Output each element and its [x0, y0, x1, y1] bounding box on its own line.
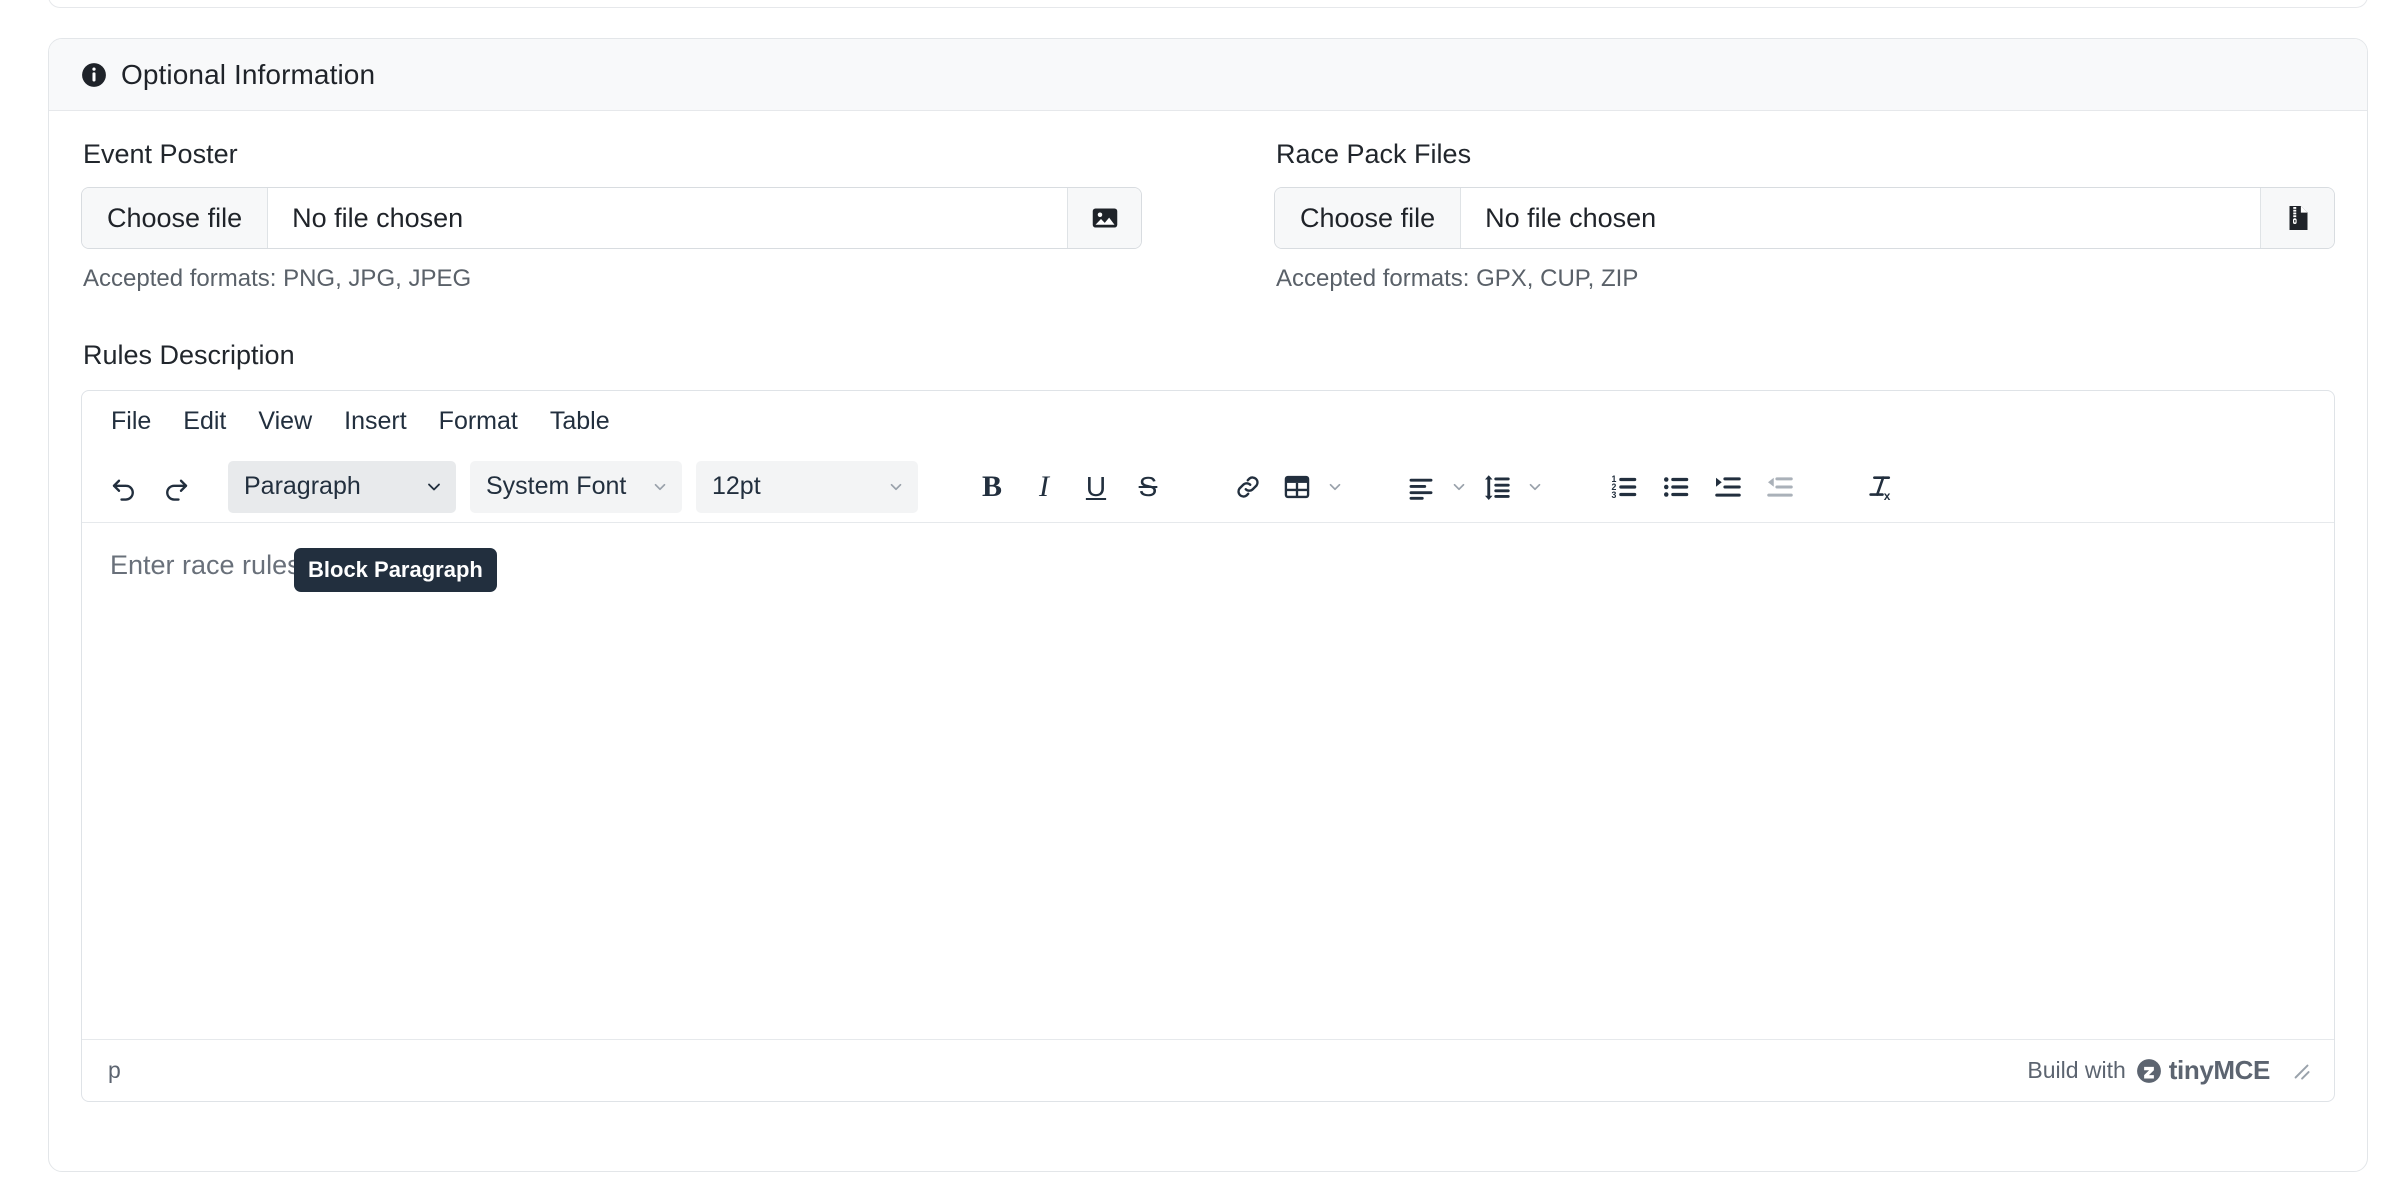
rules-description-label: Rules Description — [83, 340, 295, 370]
align-dropdown-toggle[interactable] — [1444, 461, 1474, 513]
underline-button[interactable]: U — [1070, 461, 1122, 513]
block-format-select[interactable]: Paragraph — [228, 460, 456, 513]
align-left-icon[interactable] — [1398, 461, 1444, 513]
chevron-down-icon — [890, 483, 902, 490]
chevron-down-icon — [1329, 483, 1341, 490]
undo-icon[interactable] — [98, 461, 150, 513]
numbered-list-icon[interactable]: 1 2 3 — [1598, 461, 1650, 513]
chevron-down-icon — [654, 483, 666, 490]
align-split-button[interactable] — [1398, 461, 1474, 513]
font-family-value: System Font — [486, 472, 627, 500]
image-icon — [1067, 188, 1141, 248]
font-size-select[interactable]: 12pt — [696, 460, 918, 513]
increase-indent-icon[interactable] — [1702, 461, 1754, 513]
strikethrough-label: S — [1138, 470, 1158, 502]
menu-insert[interactable]: Insert — [331, 402, 420, 441]
event-poster-label: Event Poster — [83, 139, 238, 169]
table-icon[interactable] — [1274, 461, 1320, 513]
svg-text:3: 3 — [1612, 489, 1617, 499]
event-poster-field: Event Poster Choose file No file chosen — [81, 139, 1142, 293]
menu-table[interactable]: Table — [537, 402, 623, 441]
strikethrough-button[interactable]: S — [1122, 461, 1174, 513]
editor-content-area[interactable]: Enter race rules and description — [82, 523, 2334, 1039]
editor-resize-handle[interactable] — [2288, 1058, 2314, 1084]
block-format-tooltip: Block Paragraph — [294, 548, 497, 592]
tinymce-logo: tinyMCE — [2136, 1055, 2270, 1086]
race-pack-files-file-status: No file chosen — [1485, 202, 1657, 233]
event-poster-file-input[interactable]: Choose file No file chosen — [81, 187, 1142, 249]
line-height-icon[interactable] — [1474, 461, 1520, 513]
tinymce-mark-icon — [2136, 1058, 2161, 1083]
editor-statusbar: p Build with tinyMCE — [82, 1039, 2334, 1101]
race-pack-files-choose-file-button[interactable]: Choose file — [1275, 188, 1462, 248]
font-family-select[interactable]: System Font — [470, 460, 682, 513]
svg-text:x: x — [1884, 489, 1891, 502]
event-poster-file-status: No file chosen — [292, 202, 464, 233]
card-header: Optional Information — [49, 39, 2367, 111]
race-pack-files-help-text: Accepted formats: GPX, CUP, ZIP — [1276, 265, 1639, 292]
editor-toolbar: Paragraph System Font 12pt B I U S 1 2 3… — [82, 451, 2334, 523]
card-body: Event Poster Choose file No file chosen — [49, 111, 2367, 1102]
table-split-button[interactable] — [1274, 461, 1350, 513]
tinymce-branding[interactable]: Build with tinyMCE — [2027, 1055, 2314, 1086]
info-circle-icon — [81, 62, 107, 88]
bold-label: B — [981, 469, 1002, 503]
menu-file[interactable]: File — [98, 402, 164, 441]
line-height-dropdown-toggle[interactable] — [1520, 461, 1550, 513]
editor-menubar: File Edit View Insert Format Table — [82, 391, 2334, 451]
branding-name: tinyMCE — [2168, 1055, 2271, 1085]
table-dropdown-toggle[interactable] — [1320, 461, 1350, 513]
page-title: Optional Information — [121, 58, 376, 90]
block-format-value: Paragraph — [244, 472, 361, 500]
decrease-indent-icon[interactable] — [1754, 461, 1806, 513]
race-pack-files-file-input[interactable]: Choose file No file chosen — [1274, 187, 2335, 249]
file-fields-row: Event Poster Choose file No file chosen — [81, 139, 2335, 293]
race-pack-files-field: Race Pack Files Choose file No file chos… — [1274, 139, 2335, 293]
race-pack-files-label: Race Pack Files — [1276, 139, 1472, 169]
italic-button[interactable]: I — [1018, 461, 1070, 513]
event-poster-choose-file-button[interactable]: Choose file — [82, 188, 269, 248]
link-icon[interactable] — [1222, 461, 1274, 513]
bullet-list-icon[interactable] — [1650, 461, 1702, 513]
previous-card-edge — [48, 0, 2368, 8]
italic-label: I — [1039, 469, 1049, 503]
rules-description-editor: File Edit View Insert Format Table Parag… — [81, 390, 2335, 1102]
element-path[interactable]: p — [108, 1057, 121, 1084]
clear-formatting-icon[interactable]: x — [1854, 461, 1906, 513]
menu-format[interactable]: Format — [426, 402, 531, 441]
underline-label: U — [1085, 470, 1107, 502]
branding-prefix: Build with — [2027, 1057, 2126, 1083]
menu-view[interactable]: View — [245, 402, 325, 441]
chevron-down-icon — [1453, 483, 1465, 490]
redo-icon[interactable] — [150, 461, 202, 513]
menu-edit[interactable]: Edit — [170, 402, 239, 441]
chevron-down-icon — [1529, 483, 1541, 490]
event-poster-help-text: Accepted formats: PNG, JPG, JPEG — [83, 265, 472, 292]
line-height-split-button[interactable] — [1474, 461, 1550, 513]
bold-button[interactable]: B — [966, 461, 1018, 513]
font-size-value: 12pt — [712, 472, 761, 500]
chevron-down-icon — [428, 483, 440, 490]
zip-file-icon — [2260, 188, 2334, 248]
page-root: Optional Information Event Poster Choose… — [0, 0, 2400, 1192]
optional-information-card: Optional Information Event Poster Choose… — [48, 38, 2368, 1172]
